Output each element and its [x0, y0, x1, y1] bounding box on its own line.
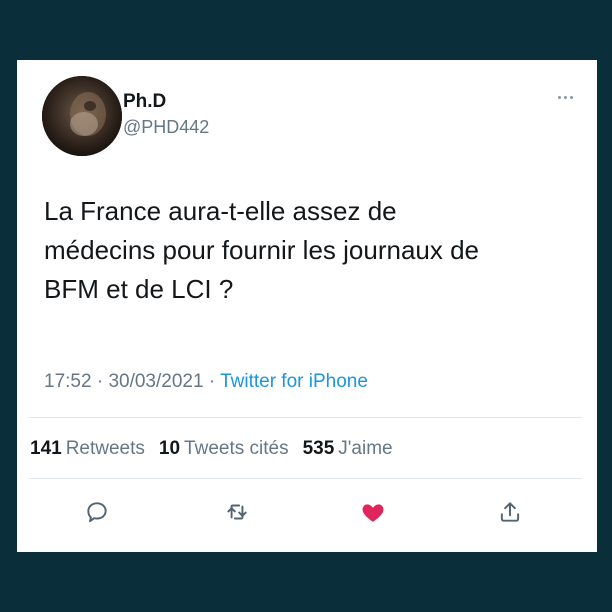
- more-icon[interactable]: [553, 92, 577, 102]
- tweet-text-line: La France aura-t-elle assez de: [44, 196, 397, 226]
- meta-separator: ·: [96, 371, 104, 392]
- tweet-text-line: BFM et de LCI ?: [44, 274, 234, 304]
- tweet-actions: [17, 496, 597, 536]
- tweet-time[interactable]: 17:52: [44, 371, 92, 392]
- avatar-image: [42, 76, 122, 156]
- tweet-stats: 141 Retweets 10 Tweets cités 535 J'aime: [30, 438, 393, 460]
- meta-separator: ·: [208, 371, 216, 392]
- like-button[interactable]: [357, 496, 389, 528]
- avatar[interactable]: [42, 76, 122, 156]
- retweets-stat[interactable]: 141 Retweets: [30, 438, 145, 460]
- retweets-label: Retweets: [65, 438, 145, 459]
- author-name[interactable]: Ph.D: [123, 91, 166, 113]
- share-icon: [500, 502, 520, 522]
- likes-count: 535: [302, 438, 335, 459]
- like-heart-icon: [362, 504, 384, 522]
- share-button[interactable]: [494, 496, 526, 528]
- quotes-count: 10: [158, 438, 181, 459]
- divider: [29, 417, 582, 418]
- tweet-card: Ph.D @PHD442 La France aura-t-elle assez…: [17, 60, 597, 552]
- retweet-icon: [227, 504, 247, 520]
- tweet-source-link[interactable]: Twitter for iPhone: [220, 371, 368, 392]
- author-handle[interactable]: @PHD442: [123, 117, 209, 138]
- reply-icon: [87, 502, 107, 523]
- tweet-text: La France aura-t-elle assez de médecins …: [44, 192, 584, 309]
- quotes-label: Tweets cités: [184, 438, 289, 459]
- likes-stat[interactable]: 535 J'aime: [303, 438, 393, 460]
- reply-button[interactable]: [81, 496, 113, 528]
- tweet-text-line: médecins pour fournir les journaux de: [44, 235, 480, 265]
- likes-label: J'aime: [338, 438, 393, 459]
- quotes-stat[interactable]: 10 Tweets cités: [159, 438, 289, 460]
- tweet-date[interactable]: 30/03/2021: [108, 371, 203, 392]
- divider: [29, 478, 582, 479]
- retweet-button[interactable]: [221, 496, 253, 528]
- retweets-count: 141: [30, 438, 62, 459]
- tweet-meta: 17:52 · 30/03/2021 · Twitter for iPhone: [44, 371, 368, 393]
